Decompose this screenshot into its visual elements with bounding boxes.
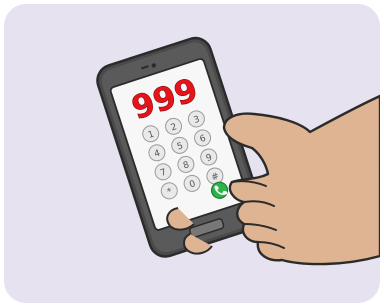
illustration-card: 999 1 2 3 4 5 6 7 8 9 * 0 # — [4, 4, 380, 303]
phone-in-hand-illustration: 999 123456789*0# — [4, 4, 380, 303]
